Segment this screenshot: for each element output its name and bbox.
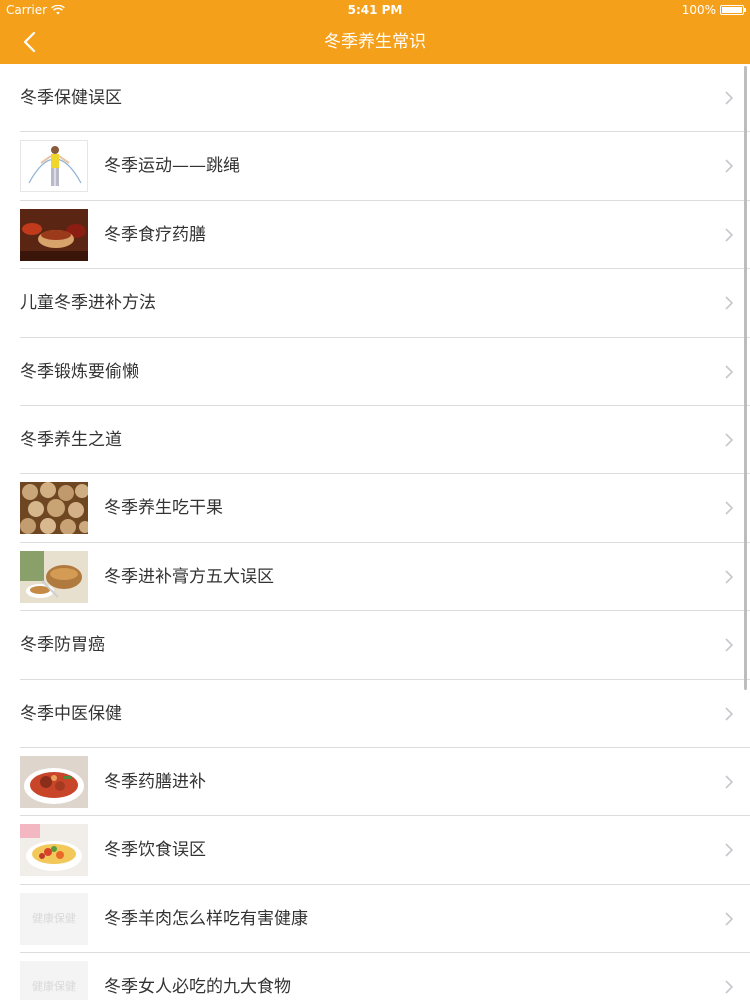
list-item[interactable]: 冬季进补膏方五大误区 [0, 543, 750, 612]
list-item[interactable]: 冬季养生吃干果 [0, 474, 750, 544]
list-item[interactable]: 冬季防胃癌 [0, 611, 750, 680]
chevron-right-icon [725, 159, 734, 173]
status-bar: Carrier 5:41 PM 100% [0, 0, 750, 20]
chevron-right-icon [725, 433, 734, 447]
jump-rope-photo [20, 140, 88, 193]
list-item-label: 冬季食疗药膳 [104, 224, 206, 245]
chevron-right-icon [725, 228, 734, 242]
list-item-label: 冬季保健误区 [20, 88, 122, 108]
placeholder-label: 健康保健 [32, 980, 76, 994]
list-item-label: 冬季饮食误区 [104, 840, 206, 861]
chevron-right-icon [725, 296, 734, 310]
list-item[interactable]: 冬季保健误区 [0, 64, 750, 133]
status-right: 100% [681, 3, 746, 17]
list-item[interactable]: 冬季锻炼要偷懒 [0, 338, 750, 407]
list-item-label: 冬季羊肉怎么样吃有害健康 [104, 908, 308, 929]
scroll-indicator[interactable] [744, 66, 747, 690]
list-item-label: 冬季进补膏方五大误区 [104, 566, 274, 587]
medicinal-food-photo [20, 208, 88, 261]
list-item[interactable]: 冬季药膳进补 [0, 748, 750, 817]
list-item[interactable]: 健康保健 冬季女人必吃的九大食物 [0, 953, 750, 1000]
chevron-right-icon [725, 912, 734, 926]
chevron-right-icon [725, 638, 734, 652]
food-bowl-photo [20, 824, 88, 877]
list-item[interactable]: 冬季饮食误区 [0, 816, 750, 886]
list-item-label: 冬季药膳进补 [104, 771, 206, 792]
chevron-right-icon [725, 706, 734, 721]
nuts-photo [20, 482, 88, 535]
article-list[interactable]: 冬季保健误区 冬季运动——跳绳 冬季食疗药膳 儿童冬季进补方法 冬季锻炼要偷懒 … [0, 64, 750, 1000]
chevron-right-icon [725, 364, 734, 379]
list-item[interactable]: 冬季养生之道 [0, 406, 750, 475]
chevron-right-icon [725, 91, 734, 105]
list-item-label: 冬季养生吃干果 [104, 498, 223, 519]
chevron-right-icon [725, 570, 734, 584]
battery-icon [720, 5, 746, 15]
placeholder-image: 健康保健 [20, 961, 88, 1000]
chevron-right-icon [725, 775, 734, 789]
list-item-label: 冬季防胃癌 [20, 635, 105, 656]
battery-percent: 100% [681, 3, 716, 17]
app-screen: Carrier 5:41 PM 100% 冬季养生常识 冬季保健误区 冬季运动—… [0, 0, 750, 1000]
list-item[interactable]: 冬季中医保健 [0, 680, 750, 749]
placeholder-label: 健康保健 [32, 911, 76, 925]
list-item-label: 冬季养生之道 [20, 429, 122, 450]
herbal-paste-photo [20, 550, 88, 603]
chevron-right-icon [725, 501, 734, 515]
list-item[interactable]: 儿童冬季进补方法 [0, 269, 750, 338]
page-title: 冬季养生常识 [324, 32, 426, 52]
list-item[interactable]: 健康保健 冬季羊肉怎么样吃有害健康 [0, 885, 750, 954]
navigation-bar: 冬季养生常识 [0, 20, 750, 64]
list-item-label: 儿童冬季进补方法 [20, 293, 156, 314]
chevron-right-icon [725, 980, 734, 994]
status-time: 5:41 PM [347, 3, 403, 17]
placeholder-image: 健康保健 [20, 892, 88, 945]
list-item-label: 冬季运动——跳绳 [104, 156, 240, 177]
list-item-label: 冬季锻炼要偷懒 [20, 361, 139, 382]
list-item[interactable]: 冬季食疗药膳 [0, 201, 750, 270]
chevron-right-icon [725, 843, 734, 857]
soup-photo [20, 755, 88, 808]
list-item-label: 冬季女人必吃的九大食物 [104, 977, 291, 998]
list-item[interactable]: 冬季运动——跳绳 [0, 132, 750, 202]
list-item-label: 冬季中医保健 [20, 703, 122, 724]
